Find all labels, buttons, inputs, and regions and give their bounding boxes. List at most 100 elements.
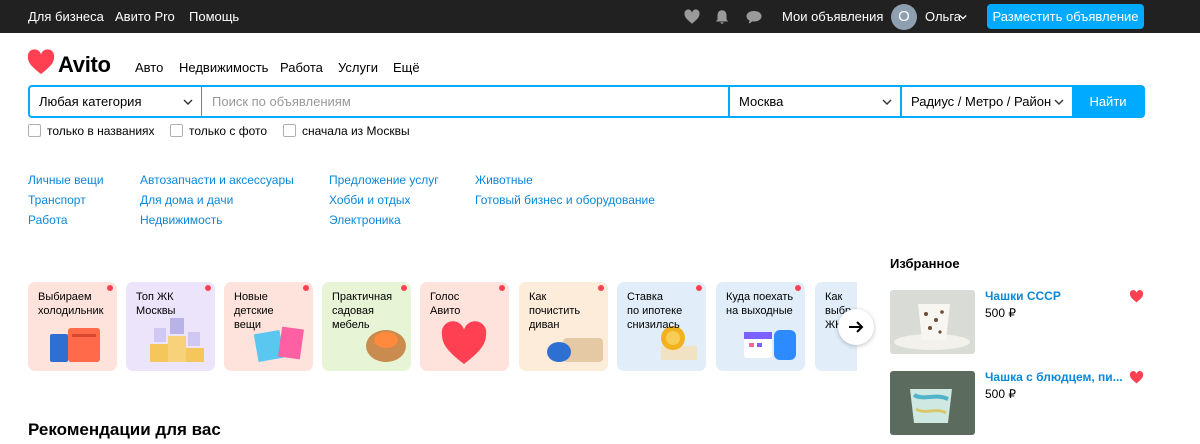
unread-dot [499, 285, 505, 291]
heart-filled-icon[interactable] [1129, 371, 1144, 384]
story-line: Голос [430, 291, 460, 303]
help-link[interactable]: Помощь [189, 0, 239, 33]
story-line: Топ ЖК [136, 291, 174, 303]
business-link[interactable]: Для бизнеса [28, 0, 104, 33]
story-line: Выбираем [38, 291, 92, 303]
story-card[interactable]: Как почистить диван [519, 282, 608, 371]
story-line: почистить [529, 305, 581, 317]
story-line: Как [529, 291, 547, 303]
nav-jobs[interactable]: Работа [280, 60, 323, 75]
story-card[interactable]: Выбираем холодильник [28, 282, 117, 371]
avatar[interactable]: О [891, 4, 917, 30]
city-select[interactable]: Москва [730, 87, 900, 116]
category-link[interactable]: Транспорт [28, 193, 86, 207]
user-name[interactable]: Ольга [925, 0, 961, 33]
favorite-item-image[interactable] [890, 290, 975, 354]
story-line: Авито [430, 305, 461, 317]
category-value: Любая категория [39, 94, 142, 109]
heart-filled-icon[interactable] [1129, 290, 1144, 303]
story-line: Ставка [627, 291, 663, 303]
avito-pro-link[interactable]: Авито Pro [115, 0, 175, 33]
checkbox-label: только с фото [189, 124, 268, 138]
favorite-item-title[interactable]: Чашки СССР [985, 289, 1061, 303]
story-card[interactable]: Куда поехать на выходные [716, 282, 805, 371]
unread-dot [107, 285, 113, 291]
chevron-down-icon[interactable] [959, 13, 967, 21]
checkbox-label: сначала из Москвы [302, 124, 410, 138]
radius-select[interactable]: Радиус / Метро / Район [902, 87, 1072, 116]
story-line: детские [234, 305, 274, 317]
favorite-item-image[interactable] [890, 371, 975, 435]
story-line: мебель [332, 319, 370, 331]
category-link[interactable]: Хобби и отдых [329, 193, 411, 207]
nav-realty[interactable]: Недвижимость [179, 60, 268, 75]
story-line: Практичная [332, 291, 393, 303]
favorite-item-price: 500 ₽ [985, 306, 1016, 320]
story-card[interactable]: Топ ЖК Москвы [126, 282, 215, 371]
category-link[interactable]: Электроника [329, 213, 401, 227]
favorites-title: Избранное [890, 256, 960, 271]
story-card[interactable]: Практичная садовая мебель [322, 282, 411, 371]
category-link[interactable]: Для дома и дачи [140, 193, 233, 207]
story-line: садовая [332, 305, 374, 317]
story-line: диван [529, 319, 560, 331]
unread-dot [401, 285, 407, 291]
story-line: Москвы [136, 305, 176, 317]
story-line: снизилась [627, 319, 680, 331]
search-bar: Любая категория Поиск по объявлениям Мос… [28, 85, 1145, 118]
chevron-down-icon [882, 99, 892, 105]
story-card[interactable]: Голос Авито [420, 282, 509, 371]
checkbox[interactable] [28, 124, 41, 137]
chevron-down-icon [183, 99, 193, 105]
story-line: Куда поехать [726, 291, 794, 303]
nav-auto[interactable]: Авто [135, 60, 163, 75]
favorite-item-title[interactable]: Чашка с блюдцем, пи... [985, 370, 1123, 384]
story-line: Новые [234, 291, 268, 303]
city-value: Москва [739, 94, 784, 109]
my-ads-link[interactable]: Мои объявления [782, 0, 883, 33]
top-bar: Для бизнеса Авито Pro Помощь Мои объявле… [0, 0, 1200, 33]
category-select[interactable]: Любая категория [30, 87, 201, 116]
radius-value: Радиус / Метро / Район [911, 94, 1052, 109]
search-button[interactable]: Найти [1073, 87, 1143, 116]
logo-text[interactable]: Avito [58, 52, 111, 78]
nav-more[interactable]: Ещё [393, 60, 420, 75]
unread-dot [795, 285, 801, 291]
cup-photo-icon [890, 371, 975, 435]
checkbox-label: только в названиях [47, 124, 155, 138]
checkbox[interactable] [170, 124, 183, 137]
story-card[interactable]: Новые детские вещи [224, 282, 313, 371]
story-line: Как [825, 291, 843, 303]
chevron-down-icon [1054, 99, 1064, 105]
unread-dot [696, 285, 702, 291]
bell-icon[interactable] [713, 8, 731, 26]
category-link[interactable]: Личные вещи [28, 173, 104, 187]
category-link[interactable]: Автозапчасти и аксессуары [140, 173, 294, 187]
story-line: на выходные [726, 305, 793, 317]
stories-carousel: Выбираем холодильник Топ ЖК Москвы Новые де… [0, 270, 857, 380]
category-link[interactable]: Недвижимость [140, 213, 223, 227]
search-input[interactable]: Поиск по объявлениям [202, 87, 728, 116]
unread-dot [205, 285, 211, 291]
stories-next-button[interactable] [838, 309, 874, 345]
story-line: холодильник [38, 305, 104, 317]
unread-dot [303, 285, 309, 291]
cups-photo-icon [890, 290, 975, 354]
category-link[interactable]: Готовый бизнес и оборудование [475, 193, 655, 207]
recommendations-title: Рекомендации для вас [28, 420, 221, 439]
search-placeholder: Поиск по объявлениям [212, 94, 351, 109]
story-card[interactable]: Ставка по ипотеке снизилась [617, 282, 706, 371]
nav-services[interactable]: Услуги [338, 60, 378, 75]
favorite-item-price: 500 ₽ [985, 387, 1016, 401]
heart-icon[interactable] [683, 8, 701, 26]
unread-dot [598, 285, 604, 291]
arrow-right-icon [849, 321, 864, 333]
checkbox[interactable] [283, 124, 296, 137]
avito-logo-icon[interactable] [27, 49, 55, 75]
chat-icon[interactable] [745, 8, 763, 26]
category-link[interactable]: Работа [28, 213, 68, 227]
post-ad-button[interactable]: Разместить объявление [987, 4, 1144, 29]
story-line: вещи [234, 319, 262, 331]
category-link[interactable]: Животные [475, 173, 533, 187]
category-link[interactable]: Предложение услуг [329, 173, 439, 187]
